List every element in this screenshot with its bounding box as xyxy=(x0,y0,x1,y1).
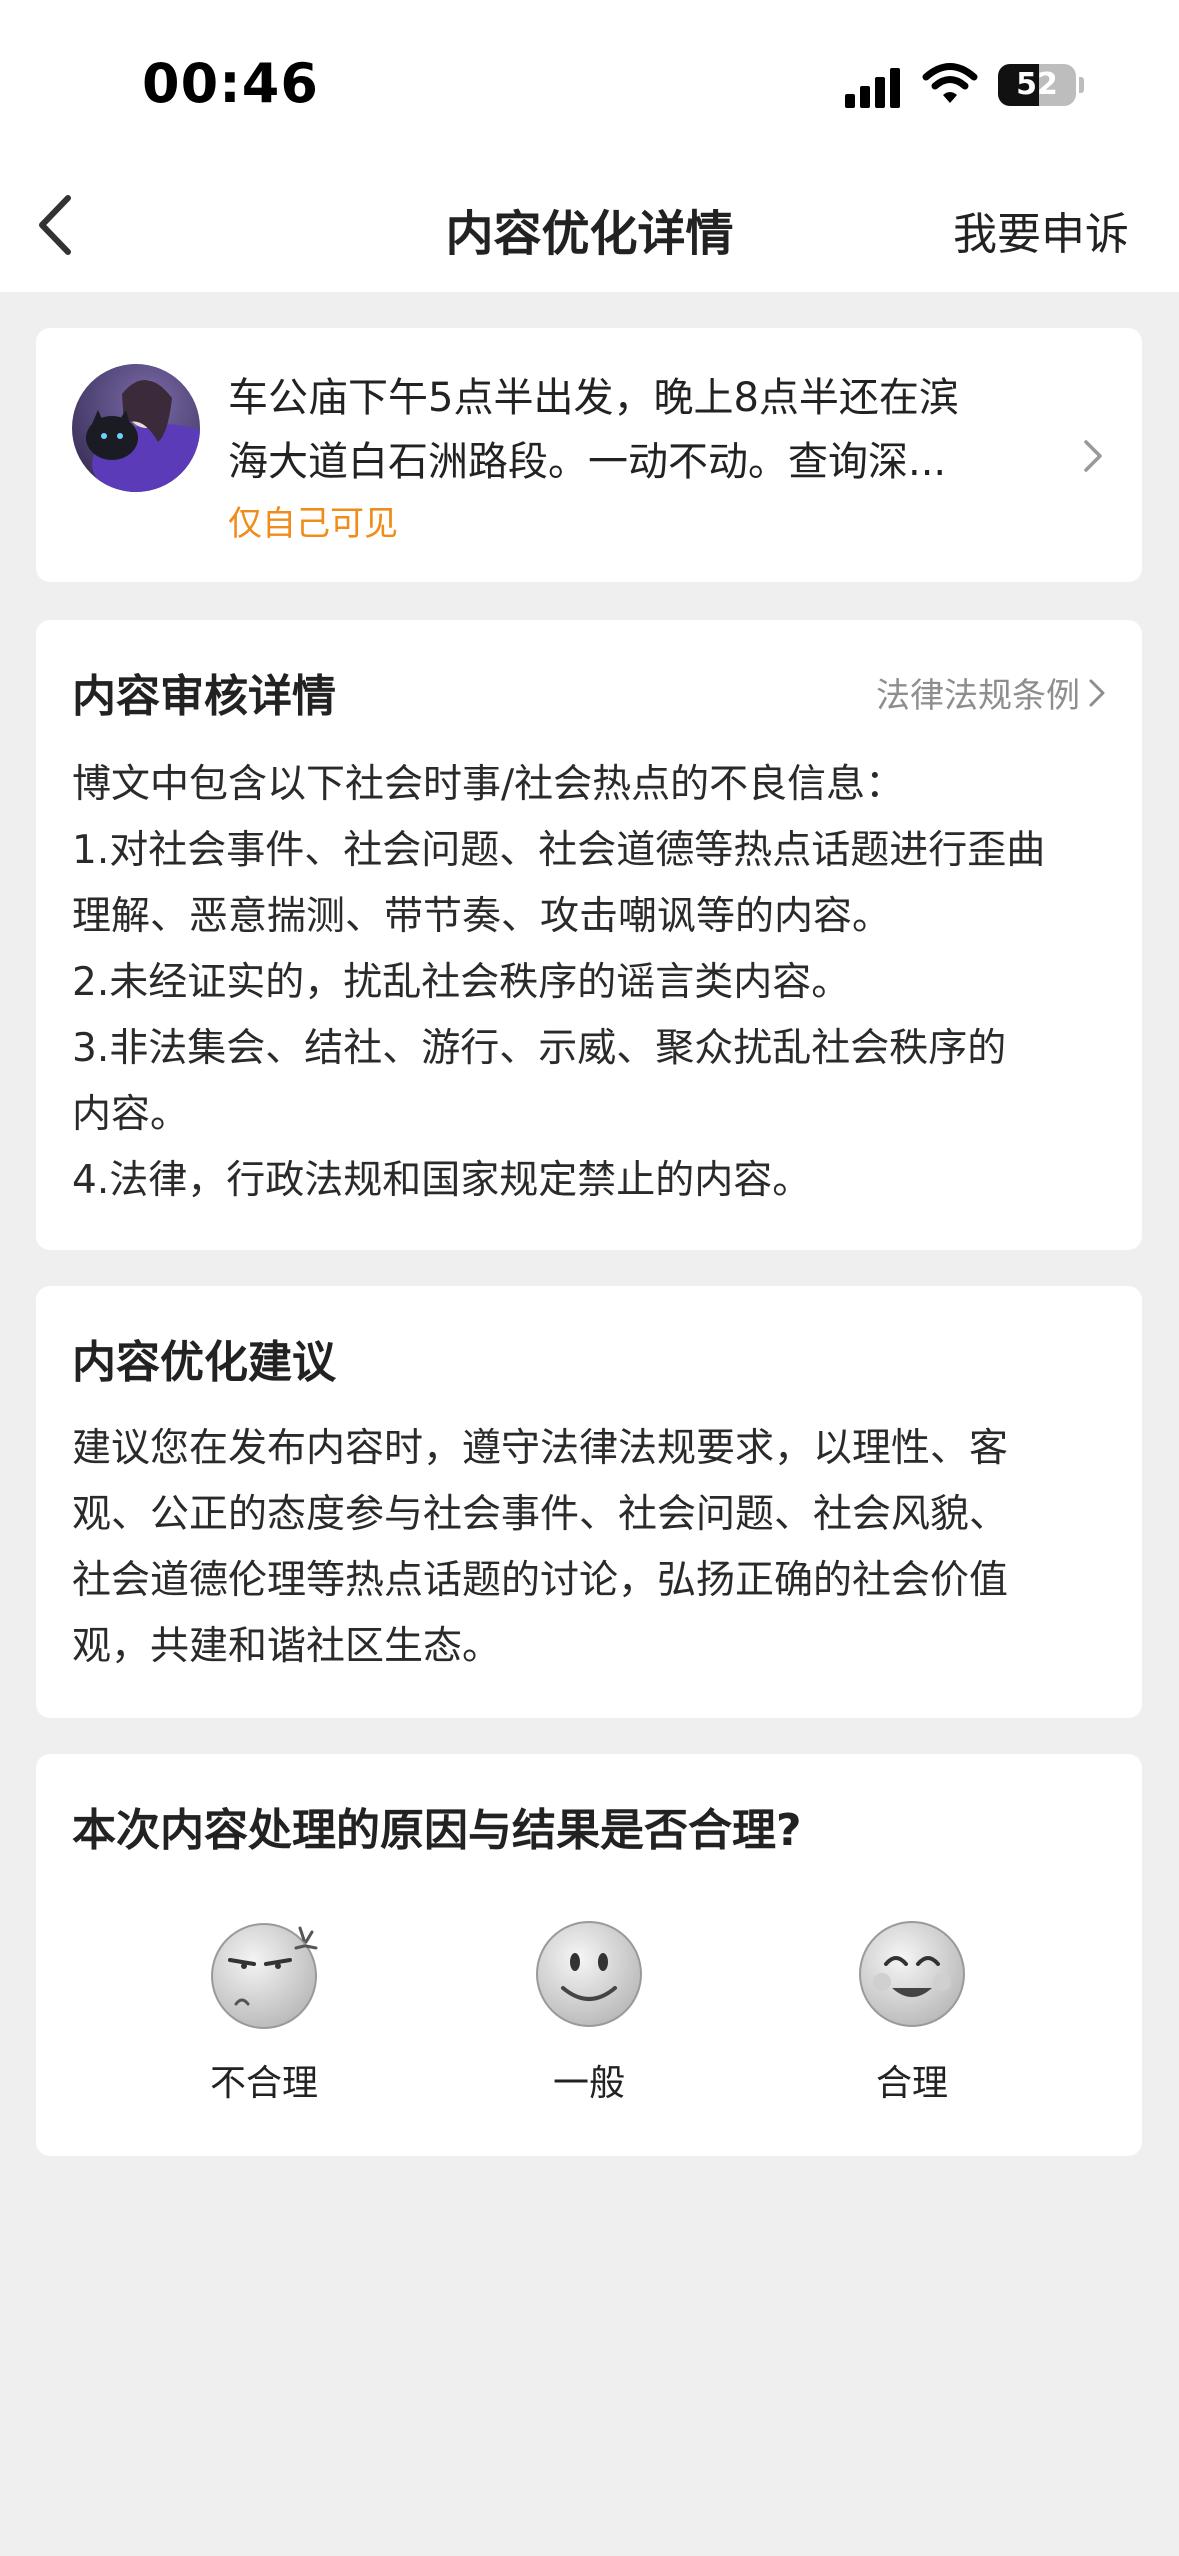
advice-line: 观、公正的态度参与社会事件、社会问题、社会风貌、 xyxy=(72,1492,1009,1537)
option-reasonable-label[interactable]: 合理 xyxy=(812,2054,1012,2106)
cellular-signal-icon xyxy=(845,68,905,108)
review-line: 博文中包含以下社会时事/社会热点的不良信息： xyxy=(72,762,905,807)
advice-text: 建议您在发布内容时，遵守法律法规要求，以理性、客 观、公正的态度参与社会事件、社… xyxy=(72,1416,1112,1680)
battery-level: 52 xyxy=(1016,67,1058,102)
post-excerpt: 车公庙下午5点半出发，晚上8点半还在滨 海大道白石洲路段。一动不动。查询深... xyxy=(228,366,1088,494)
chevron-right-icon xyxy=(1084,440,1102,472)
option-unreasonable-label[interactable]: 不合理 xyxy=(164,2054,364,2106)
advice-title: 内容优化建议 xyxy=(72,1337,336,1388)
post-excerpt-line: 车公庙下午5点半出发，晚上8点半还在滨 xyxy=(228,375,959,421)
review-line: 3.非法集会、结社、游行、示威、聚众扰乱社会秩序的 xyxy=(72,1026,1007,1071)
review-line: 内容。 xyxy=(72,1092,190,1137)
battery-icon: 52 xyxy=(998,64,1076,106)
happy-face-icon[interactable] xyxy=(856,1918,968,2030)
avatar xyxy=(72,364,200,492)
optimization-advice-card: 内容优化建议 建议您在发布内容时，遵守法律法规要求，以理性、客 观、公正的态度参… xyxy=(36,1286,1142,1718)
chevron-right-icon xyxy=(1089,679,1105,706)
wifi-icon xyxy=(922,63,978,103)
review-title: 内容审核详情 xyxy=(72,671,336,722)
post-excerpt-line: 海大道白石洲路段。一动不动。查询深... xyxy=(228,439,947,485)
review-line: 1.对社会事件、社会问题、社会道德等热点话题进行歪曲 xyxy=(72,828,1046,873)
review-line: 理解、恶意揣测、带节奏、攻击嘲讽等的内容。 xyxy=(72,894,892,939)
feedback-question: 本次内容处理的原因与结果是否合理? xyxy=(72,1805,802,1856)
post-card[interactable]: 车公庙下午5点半出发，晚上8点半还在滨 海大道白石洲路段。一动不动。查询深...… xyxy=(36,328,1142,582)
option-average-label[interactable]: 一般 xyxy=(489,2054,689,2106)
advice-line: 建议您在发布内容时，遵守法律法规要求，以理性、客 xyxy=(72,1426,1009,1471)
back-arrow-icon[interactable] xyxy=(30,190,80,260)
appeal-button[interactable]: 我要申诉 xyxy=(953,198,1129,262)
feedback-card: 本次内容处理的原因与结果是否合理? 不合理 一般 合理 xyxy=(36,1754,1142,2156)
visibility-label: 仅自己可见 xyxy=(228,504,398,544)
battery-tip xyxy=(1079,77,1084,93)
top-bar: 00:46 52 内容优化详情 我要申诉 xyxy=(0,0,1179,292)
annoyed-face-icon[interactable] xyxy=(208,1918,320,2030)
review-line: 2.未经证实的，扰乱社会秩序的谣言类内容。 xyxy=(72,960,851,1005)
review-text: 博文中包含以下社会时事/社会热点的不良信息： 1.对社会事件、社会问题、社会道德… xyxy=(72,752,1112,1214)
review-details-card: 内容审核详情 法律法规条例 博文中包含以下社会时事/社会热点的不良信息： 1.对… xyxy=(36,620,1142,1250)
law-regulations-link[interactable]: 法律法规条例 xyxy=(876,668,1106,717)
advice-line: 社会道德伦理等热点话题的讨论，弘扬正确的社会价值 xyxy=(72,1558,1009,1603)
neutral-face-icon[interactable] xyxy=(533,1918,645,2030)
review-line: 4.法律，行政法规和国家规定禁止的内容。 xyxy=(72,1158,812,1203)
advice-line: 观，共建和谐社区生态。 xyxy=(72,1624,502,1669)
status-time: 00:46 xyxy=(142,52,319,115)
law-regulations-label: 法律法规条例 xyxy=(876,676,1080,716)
